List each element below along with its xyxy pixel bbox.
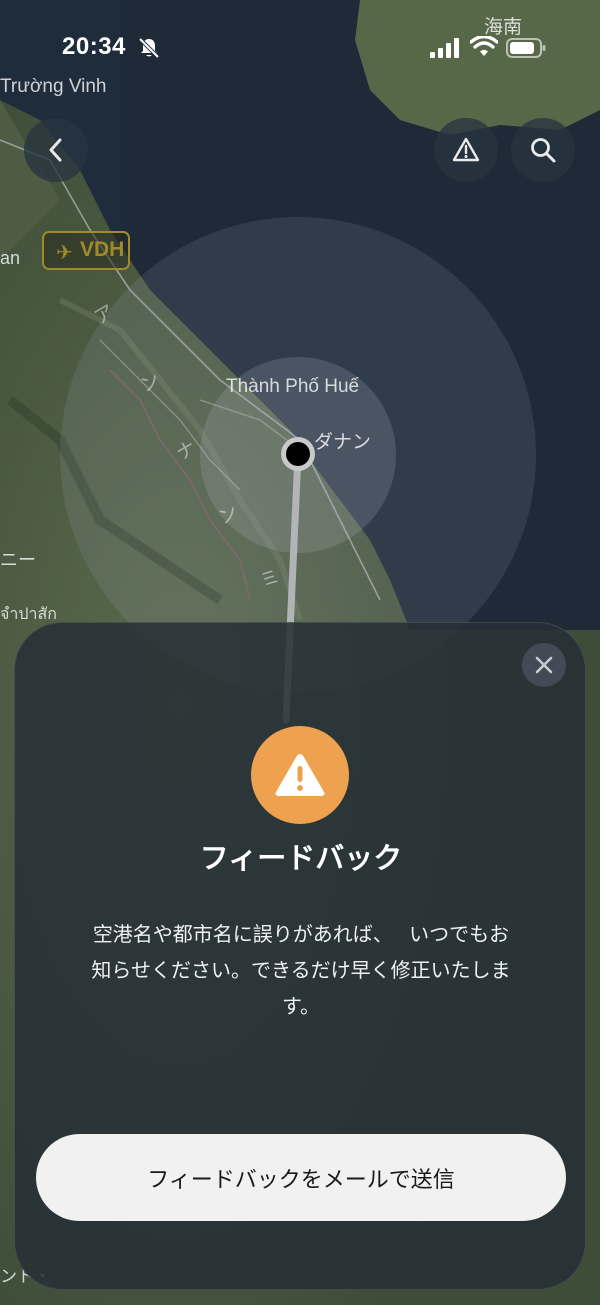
sheet-message: 空港名や都市名に誤りがあれば、 いつでもお知らせください。できるだけ早く修正いた… (91, 922, 511, 1018)
status-time: 20:34 (62, 33, 126, 60)
sheet-title: フィードバック (199, 841, 403, 875)
map-label-hue: Thành Phố Huế (226, 376, 360, 397)
warning-icon (275, 754, 325, 796)
warning-triangle-icon (452, 137, 480, 162)
map-label-left-an: an (0, 248, 21, 268)
search-button[interactable] (511, 118, 575, 182)
battery-icon (506, 38, 546, 58)
warning-badge (251, 726, 349, 824)
feedback-sheet: フィードバック 空港名や都市名に誤りがあれば、 いつでもお知らせください。できる… (14, 622, 586, 1290)
map-label-danang: ダナン (314, 432, 372, 453)
map-label-left-ni: ニー (0, 550, 36, 570)
close-icon (535, 656, 553, 674)
search-icon (531, 138, 556, 163)
map-label-airport-code[interactable]: VDH (80, 238, 124, 262)
close-button[interactable] (522, 643, 566, 687)
cellular-signal-icon (430, 38, 459, 58)
chevron-left-icon (49, 138, 62, 162)
send-feedback-email-button[interactable]: フィードバックをメールで送信 (36, 1134, 566, 1221)
status-bar: 20:34 (0, 0, 600, 100)
wifi-icon (470, 36, 498, 56)
report-button[interactable] (434, 118, 498, 182)
bell-slash-icon (138, 37, 160, 59)
svg-text:✈: ✈ (56, 242, 73, 264)
back-button[interactable] (24, 118, 88, 182)
